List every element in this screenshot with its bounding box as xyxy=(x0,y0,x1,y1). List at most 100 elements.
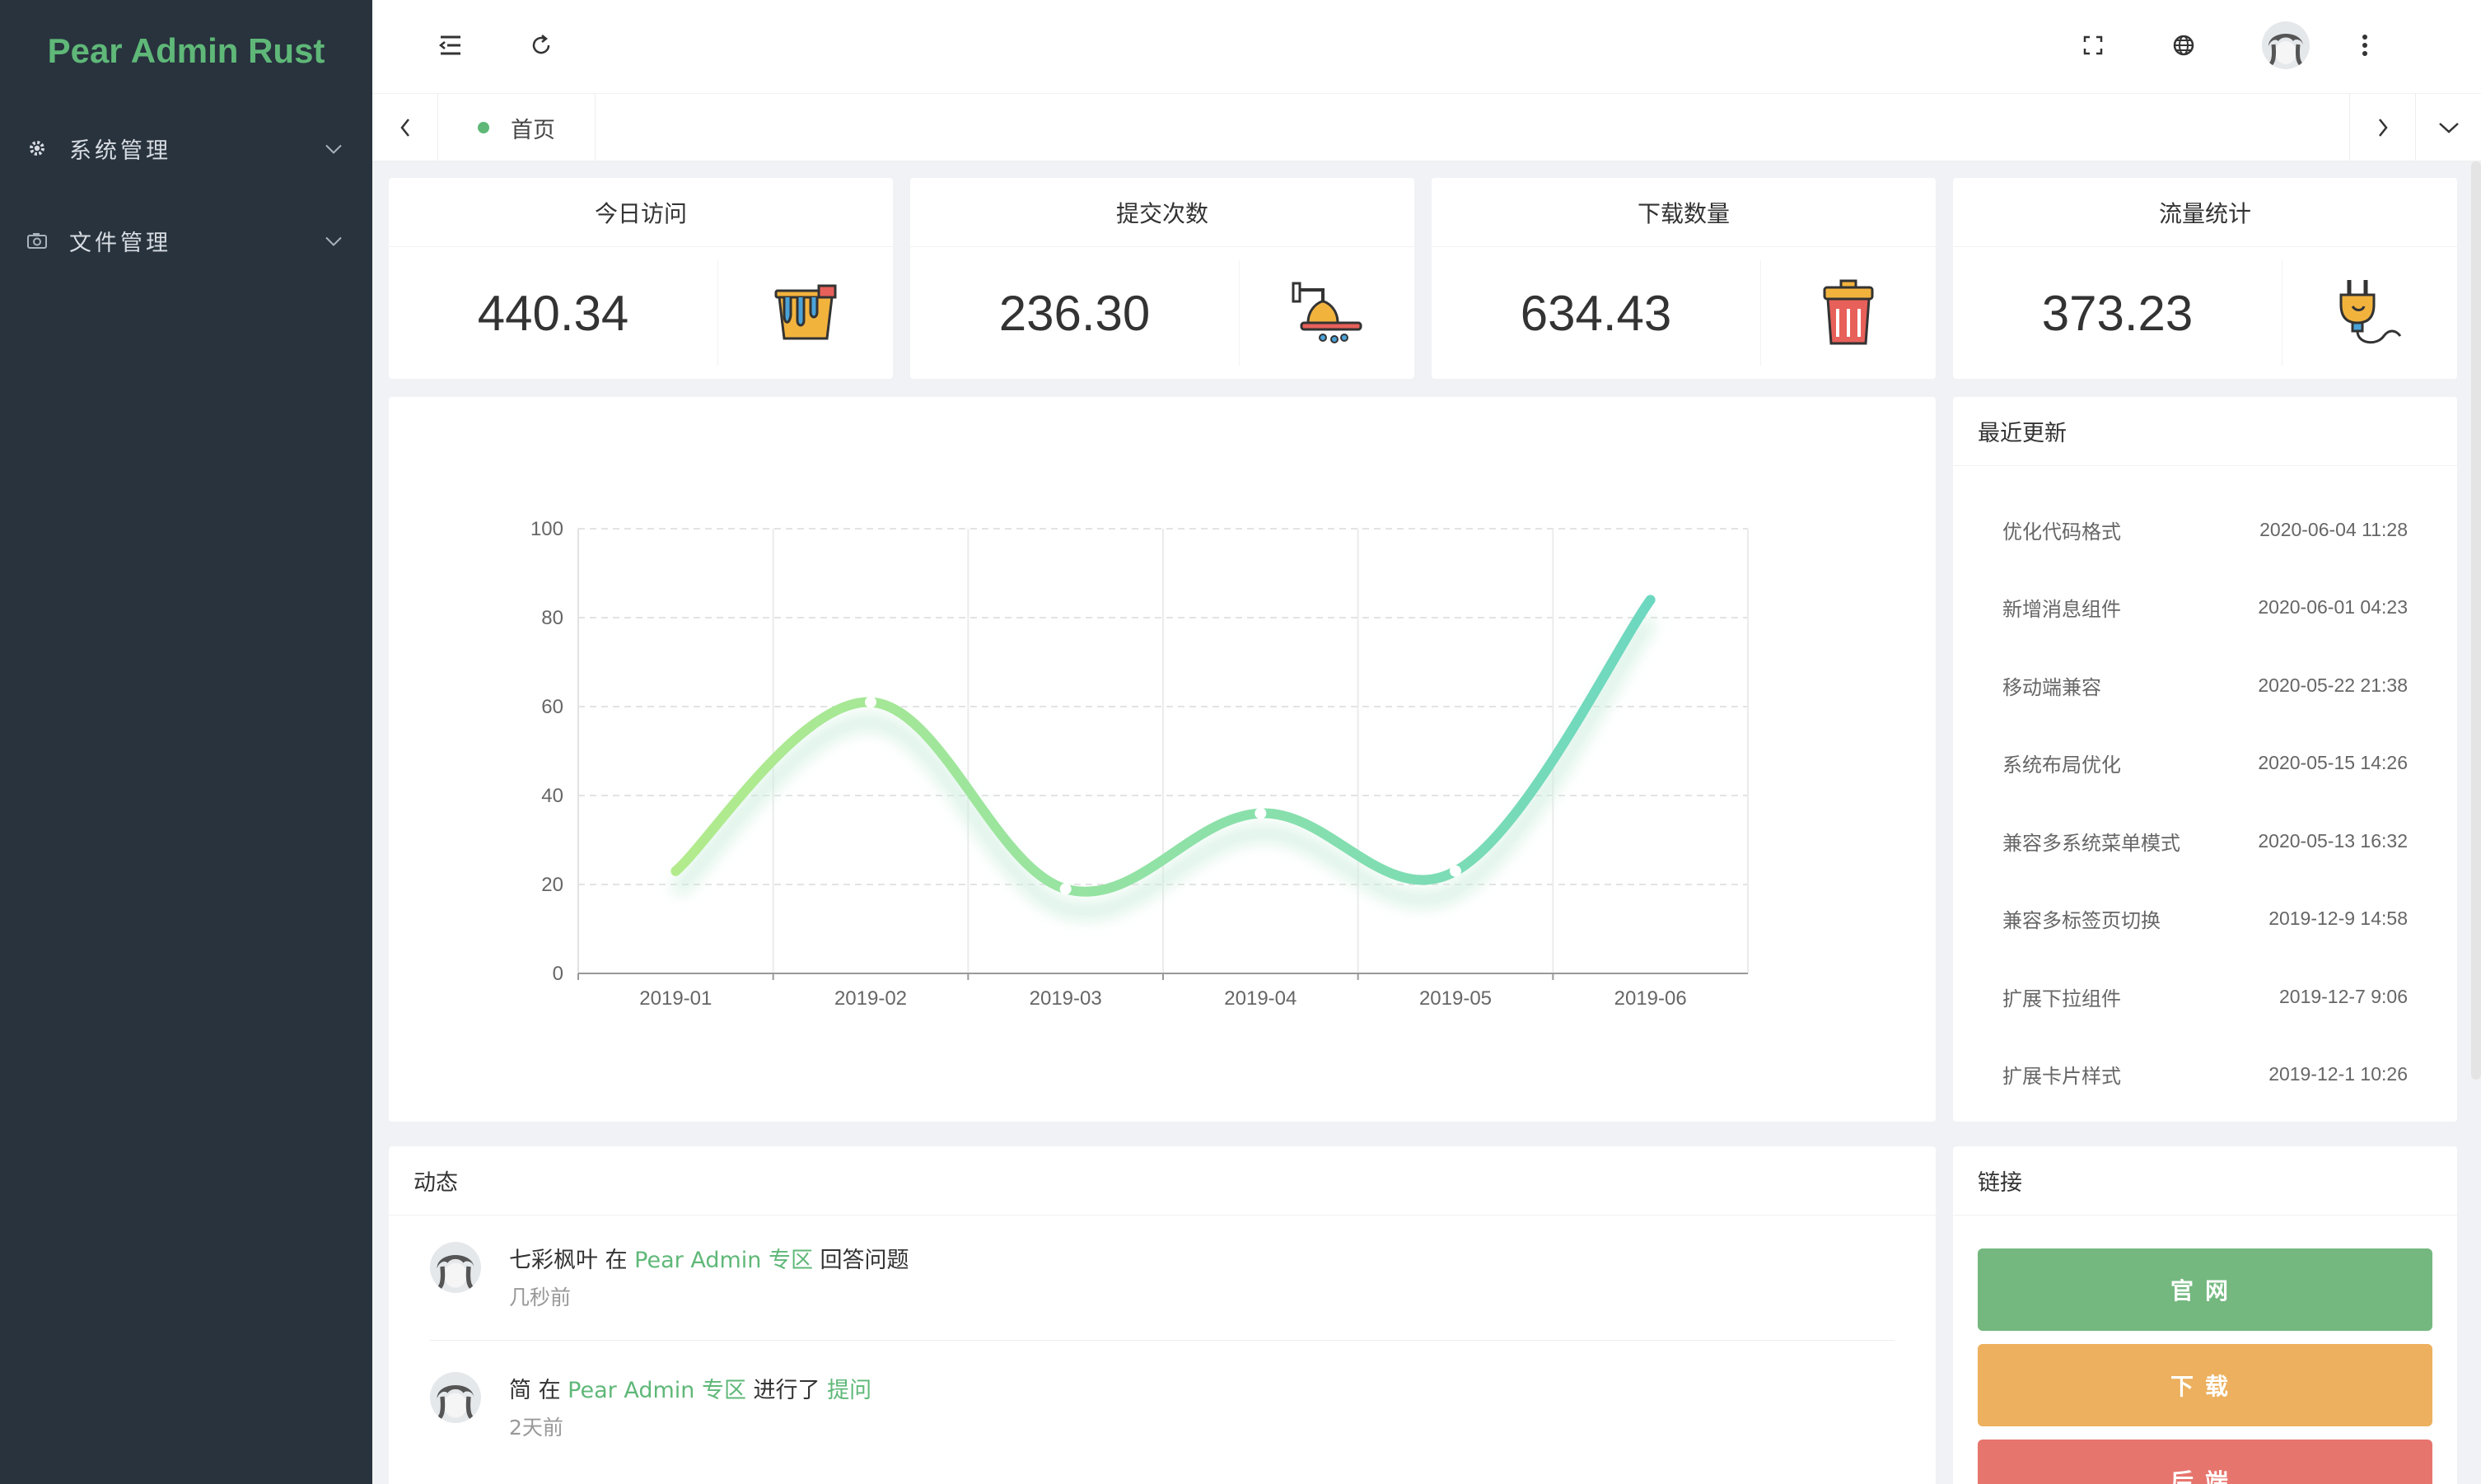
sidebar-item-system[interactable]: 系统管理 xyxy=(0,102,372,194)
tab-menu-dropdown-button[interactable] xyxy=(2415,94,2481,161)
stat-title: 提交次数 xyxy=(910,178,1414,247)
recent-updates-card: 最近更新 优化代码格式 2020-06-04 11:28 新增消息组件 2020-0… xyxy=(1953,397,2457,1122)
globe-icon[interactable] xyxy=(2163,25,2204,66)
update-date: 2020-05-13 16:32 xyxy=(2258,829,2408,852)
tab-scroll-left-button[interactable] xyxy=(372,94,438,161)
update-date: 2019-12-7 9:06 xyxy=(2278,985,2408,1007)
activity-item: 简 在 Pear Admin 专区 进行了 提问 2天前 xyxy=(430,1347,1895,1471)
activity-item: 七彩枫叶 在 Pear Admin 专区 回答问题 几秒前 xyxy=(430,1217,1895,1341)
x-tick-label: 2019-02 xyxy=(834,987,907,1010)
x-tick-label: 2019-05 xyxy=(1419,987,1492,1010)
list-item[interactable]: 扩展卡片样式 2019-12-1 10:26 xyxy=(2002,1036,2408,1114)
stat-card-visits: 今日访问 440.34 xyxy=(389,178,893,379)
update-date: 2020-06-01 04:23 xyxy=(2258,596,2408,618)
update-name: 扩展卡片样式 xyxy=(2002,1065,2121,1089)
list-item[interactable]: 扩展下拉组件 2019-12-7 9:06 xyxy=(2002,958,2408,1036)
update-date: 2020-05-15 14:26 xyxy=(2258,752,2408,774)
data-point xyxy=(1059,883,1072,895)
activity-user: 简 xyxy=(509,1378,531,1403)
list-item[interactable]: 兼容多系统菜单模式 2020-05-13 16:32 xyxy=(2002,802,2408,880)
update-date: 2019-12-9 14:58 xyxy=(2268,908,2408,930)
y-tick-label: 0 xyxy=(553,963,563,985)
official-site-button[interactable]: 官网 xyxy=(1978,1248,2432,1331)
data-point xyxy=(1450,865,1461,877)
tab-label: 首页 xyxy=(511,117,555,143)
page-scrollbar[interactable] xyxy=(2471,161,2481,1080)
camera-icon xyxy=(25,228,49,253)
update-name: 兼容多系统菜单模式 xyxy=(2002,831,2180,855)
x-tick-label: 2019-01 xyxy=(639,987,712,1010)
avatar[interactable] xyxy=(430,1372,481,1423)
tab-home[interactable]: 首页 xyxy=(438,94,596,161)
update-name: 扩展下拉组件 xyxy=(2002,987,2121,1010)
activity-place-link[interactable]: Pear Admin 专区 xyxy=(634,1248,813,1273)
list-item[interactable]: 系统布局优化 2020-05-15 14:26 xyxy=(2002,725,2408,803)
stat-card-traffic: 流量统计 373.23 xyxy=(1953,178,2457,379)
activity-user: 七彩枫叶 xyxy=(509,1248,598,1273)
sidebar: Pear Admin Rust 系统管理 文件管理 xyxy=(0,0,372,1484)
download-button[interactable]: 下载 xyxy=(1978,1344,2432,1426)
x-tick-label: 2019-03 xyxy=(1030,987,1102,1010)
list-item[interactable]: 移动端兼容 2020-05-22 21:38 xyxy=(2002,646,2408,725)
y-tick-label: 60 xyxy=(541,696,563,718)
menu-fold-icon[interactable] xyxy=(430,25,471,66)
fullscreen-icon[interactable] xyxy=(2072,25,2114,66)
card-title: 动态 xyxy=(389,1146,1936,1216)
sidebar-item-label: 系统管理 xyxy=(69,138,171,164)
update-date: 2020-05-22 21:38 xyxy=(2258,674,2408,696)
list-item[interactable]: 新增消息组件 2020-06-01 04:23 xyxy=(2002,569,2408,647)
y-tick-label: 100 xyxy=(530,518,563,540)
update-name: 新增消息组件 xyxy=(2002,598,2121,622)
activity-text: 在 xyxy=(531,1378,568,1403)
stat-value: 236.30 xyxy=(910,260,1240,366)
data-point xyxy=(865,696,876,708)
activity-place-link[interactable]: Pear Admin 专区 xyxy=(568,1378,746,1403)
stat-value: 373.23 xyxy=(1953,260,2282,366)
list-item[interactable]: 优化代码格式 2020-06-04 11:28 xyxy=(2002,491,2408,569)
update-name: 移动端兼容 xyxy=(2002,675,2101,699)
x-tick-label: 2019-04 xyxy=(1224,987,1297,1010)
more-icon[interactable] xyxy=(2344,25,2385,66)
y-tick-label: 40 xyxy=(541,785,563,807)
avatar[interactable] xyxy=(430,1242,481,1293)
activity-action: 进行了 xyxy=(745,1378,828,1403)
shower-icon xyxy=(1240,247,1414,379)
chevron-down-icon xyxy=(325,228,343,254)
plug-icon xyxy=(2282,247,2457,379)
backend-button[interactable]: 后端 xyxy=(1978,1440,2432,1484)
activity-time: 几秒前 xyxy=(509,1286,572,1309)
line-chart-card: 0 20 40 60 80 100 2019-01 2019-02 2019-03 2019-04… xyxy=(389,397,1936,1122)
activity-text: 在 xyxy=(598,1248,635,1273)
user-avatar[interactable] xyxy=(2262,21,2310,69)
sidebar-item-files[interactable]: 文件管理 xyxy=(0,194,372,287)
app-logo[interactable]: Pear Admin Rust xyxy=(0,0,372,102)
stat-card-downloads: 下载数量 634.43 xyxy=(1432,178,1936,379)
bucket-icon xyxy=(718,247,893,379)
line-chart: 0 20 40 60 80 100 2019-01 2019-02 2019-03 2019-04… xyxy=(530,518,1749,1010)
active-tab-dot xyxy=(478,122,489,133)
links-card: 链接 官网 下载 后端 xyxy=(1953,1146,2457,1484)
chevron-down-icon xyxy=(325,136,343,161)
update-name: 兼容多标签页切换 xyxy=(2002,909,2161,933)
stat-card-submits: 提交次数 236.30 xyxy=(910,178,1414,379)
card-title: 最近更新 xyxy=(1953,397,2457,466)
tab-scroll-right-button[interactable] xyxy=(2349,94,2415,161)
update-name: 优化代码格式 xyxy=(2002,520,2121,544)
activity-target-link[interactable]: 提问 xyxy=(827,1378,871,1403)
y-tick-label: 80 xyxy=(541,607,563,629)
stat-title: 下载数量 xyxy=(1432,178,1936,247)
tab-bar: 首页 xyxy=(372,94,2481,161)
activity-time: 2天前 xyxy=(509,1416,563,1440)
refresh-icon[interactable] xyxy=(521,25,562,66)
data-point xyxy=(1255,807,1267,819)
activity-action: 回答问题 xyxy=(812,1248,909,1273)
list-item[interactable]: 兼容多标签页切换 2019-12-9 14:58 xyxy=(2002,880,2408,959)
card-title: 链接 xyxy=(1953,1146,2457,1216)
sidebar-item-label: 文件管理 xyxy=(69,230,171,256)
gear-icon xyxy=(25,136,49,161)
stat-title: 今日访问 xyxy=(389,178,893,247)
x-tick-label: 2019-06 xyxy=(1614,987,1687,1010)
top-header xyxy=(372,0,2481,94)
update-date: 2019-12-1 10:26 xyxy=(2268,1063,2408,1085)
stat-value: 634.43 xyxy=(1432,260,1761,366)
